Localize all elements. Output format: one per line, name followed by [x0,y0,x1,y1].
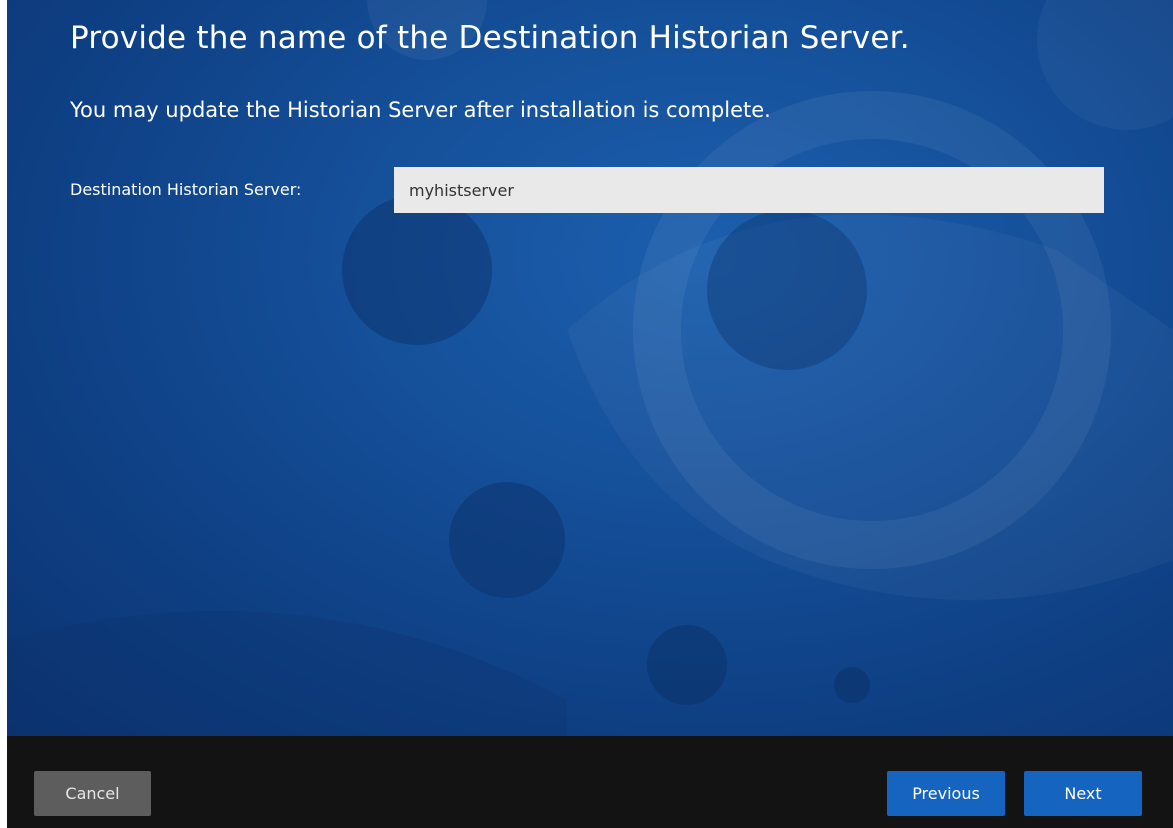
page-title: Provide the name of the Destination Hist… [70,20,910,56]
footer-bar: Cancel Previous Next [7,736,1173,828]
destination-server-input[interactable] [394,167,1104,213]
destination-server-label: Destination Historian Server: [70,180,302,199]
page-subtitle: You may update the Historian Server afte… [70,98,771,122]
installer-window: Provide the name of the Destination Hist… [0,0,1173,828]
cancel-button[interactable]: Cancel [34,771,151,816]
next-button[interactable]: Next [1024,771,1142,816]
content-panel: Provide the name of the Destination Hist… [7,0,1173,736]
previous-button[interactable]: Previous [887,771,1005,816]
